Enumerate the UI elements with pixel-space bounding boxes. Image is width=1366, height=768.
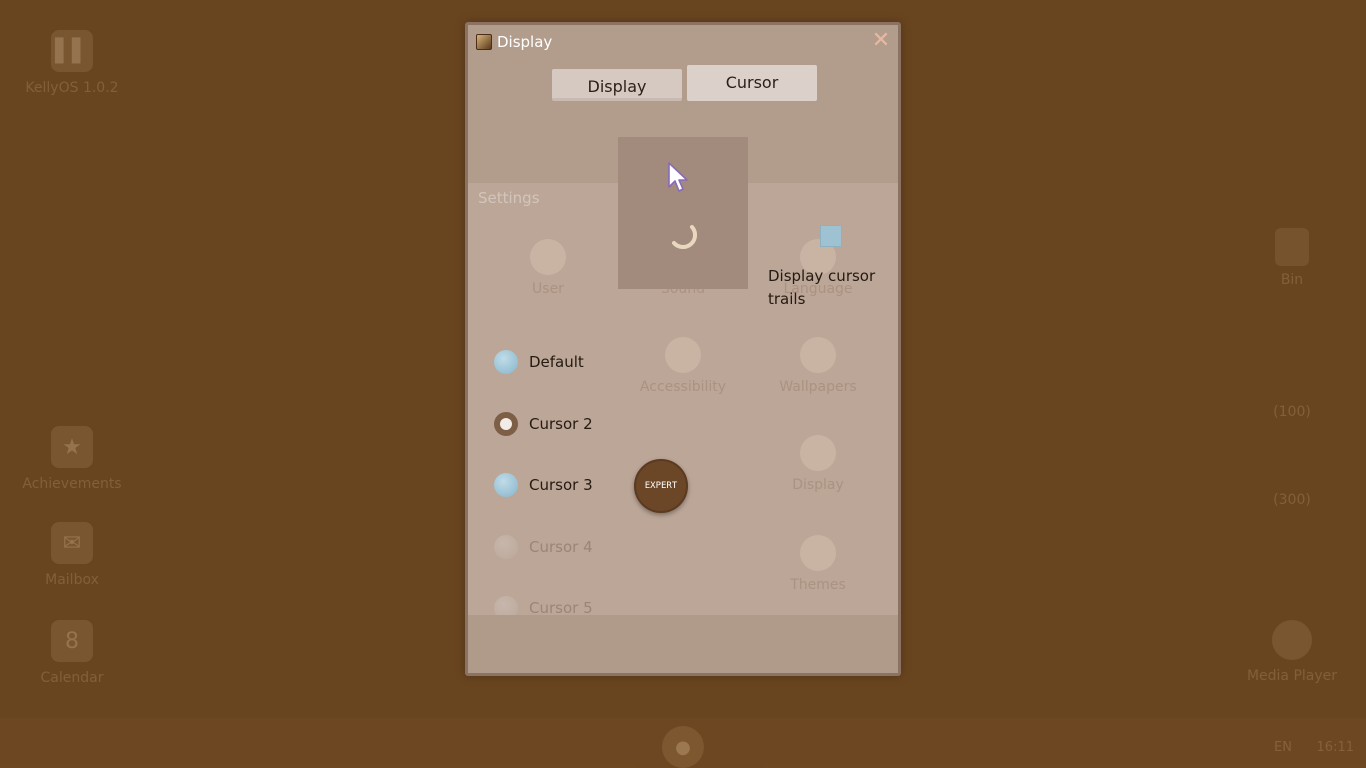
desktop-icon-label: Calendar bbox=[40, 670, 104, 686]
option-label: Cursor 3 bbox=[529, 476, 593, 494]
display-icon bbox=[800, 435, 836, 471]
cursor-trails-label: Display cursor trails bbox=[768, 267, 876, 308]
user-icon bbox=[530, 239, 566, 275]
window-titlebar[interactable]: Display ✕ bbox=[468, 25, 898, 59]
display-app-icon bbox=[476, 34, 492, 50]
desktop-value-a: (100) bbox=[1273, 404, 1311, 420]
radio-default[interactable] bbox=[494, 350, 518, 374]
radio-cursor-2[interactable] bbox=[494, 412, 518, 436]
desktop-icon-kellyos[interactable]: ▌▌ KellyOS 1.0.2 bbox=[17, 30, 127, 96]
cursor-trails-checkbox[interactable] bbox=[820, 225, 842, 247]
window-footer bbox=[468, 615, 898, 673]
desktop-icon-calendar[interactable]: 8 Calendar bbox=[17, 620, 127, 686]
ghost-item-user: User bbox=[488, 239, 608, 297]
cursor-preview bbox=[618, 137, 748, 289]
ghost-item-accessibility: Accessibility bbox=[623, 337, 743, 395]
start-icon: ● bbox=[675, 736, 691, 758]
close-icon[interactable]: ✕ bbox=[870, 30, 892, 52]
desktop-value-b: (300) bbox=[1273, 492, 1311, 508]
clock: 16:11 bbox=[1316, 740, 1354, 755]
calendar-icon: 8 bbox=[51, 620, 93, 662]
option-label: Default bbox=[529, 353, 584, 371]
display-window: Settings User Sound Language Accessibili… bbox=[465, 22, 901, 676]
tab-cursor[interactable]: Cursor bbox=[687, 65, 817, 101]
desktop-icon-media-player[interactable]: Media Player bbox=[1236, 620, 1348, 684]
wallpapers-icon bbox=[800, 337, 836, 373]
ghost-item-wallpapers: Wallpapers bbox=[758, 337, 878, 395]
start-button[interactable]: ● bbox=[662, 726, 704, 768]
option-cursor-4: Cursor 4 bbox=[494, 534, 593, 560]
radio-cursor-3[interactable] bbox=[494, 473, 518, 497]
language-indicator[interactable]: EN bbox=[1274, 740, 1292, 755]
window-title: Display bbox=[497, 33, 553, 51]
taskbar: ● EN 16:11 bbox=[0, 718, 1366, 768]
desktop-icon-bin[interactable]: Bin bbox=[1262, 228, 1322, 288]
option-label: Cursor 2 bbox=[529, 415, 593, 433]
ghost-settings-title: Settings bbox=[478, 189, 540, 207]
radio-cursor-4 bbox=[494, 535, 518, 559]
accessibility-icon bbox=[665, 337, 701, 373]
ghost-item-display: Display bbox=[758, 435, 878, 493]
achievements-icon: ★ bbox=[51, 426, 93, 468]
desktop-icon-achievements[interactable]: ★ Achievements bbox=[17, 426, 127, 492]
desktop-icon-label: Mailbox bbox=[45, 572, 99, 588]
media-player-label: Media Player bbox=[1246, 668, 1338, 684]
expert-button[interactable]: EXPERT bbox=[634, 459, 688, 513]
bin-icon bbox=[1275, 228, 1309, 266]
media-player-icon bbox=[1272, 620, 1312, 660]
desktop-icon-mailbox[interactable]: ✉ Mailbox bbox=[17, 522, 127, 588]
option-cursor-2[interactable]: Cursor 2 bbox=[494, 411, 593, 437]
desktop-icon-label: KellyOS 1.0.2 bbox=[25, 80, 119, 96]
mailbox-icon: ✉ bbox=[51, 522, 93, 564]
option-label: Cursor 4 bbox=[529, 538, 593, 556]
busy-cursor-icon bbox=[672, 225, 698, 250]
desktop-icon-label: Achievements bbox=[22, 476, 122, 492]
ghost-item-themes: Themes bbox=[758, 535, 878, 593]
kellyos-icon: ▌▌ bbox=[51, 30, 93, 72]
themes-icon bbox=[800, 535, 836, 571]
bin-label: Bin bbox=[1280, 272, 1304, 288]
arrow-cursor-icon bbox=[668, 162, 688, 192]
option-default[interactable]: Default bbox=[494, 349, 584, 375]
tab-display[interactable]: Display bbox=[552, 69, 682, 101]
option-cursor-3[interactable]: Cursor 3 bbox=[494, 472, 593, 498]
